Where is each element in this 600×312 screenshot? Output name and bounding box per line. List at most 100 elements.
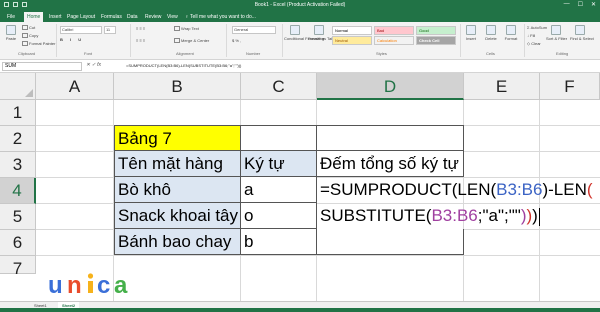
sort-filter-icon: [551, 25, 561, 35]
ribbon-divider: [282, 24, 283, 57]
logo-letter-c: c: [97, 272, 110, 296]
formula-text: SUBSTITUTE(: [320, 206, 432, 225]
style-calculation[interactable]: Calculation: [374, 36, 414, 45]
logo-letter-a: a: [114, 272, 128, 296]
title-bar: Book1 - Excel (Product Activation Failed…: [0, 0, 600, 11]
tab-file[interactable]: File: [4, 12, 18, 22]
conditional-formatting-button[interactable]: Conditional Formatting: [284, 25, 324, 41]
format-painter-label: Format Painter: [29, 41, 56, 46]
column-header-b[interactable]: B: [114, 73, 241, 100]
number-format-select[interactable]: General: [232, 26, 276, 34]
cell-c3[interactable]: Ký tự: [241, 151, 317, 177]
align-buttons[interactable]: ≡ ≡ ≡: [136, 26, 145, 31]
maximize-button[interactable]: ☐: [578, 1, 583, 8]
find-select-label: Find & Select: [570, 36, 594, 41]
wrap-text-button[interactable]: Wrap Text: [174, 26, 199, 32]
tab-page-layout[interactable]: Page Layout: [64, 12, 98, 22]
select-all-button[interactable]: [0, 73, 36, 100]
style-neutral[interactable]: Neutral: [332, 36, 372, 45]
tab-view[interactable]: View: [164, 12, 181, 22]
ribbon-divider: [524, 24, 525, 57]
cells-group-label: Cells: [486, 51, 495, 56]
cell-c5[interactable]: o: [241, 203, 317, 229]
insert-cells-button[interactable]: Insert: [460, 25, 482, 41]
unica-logo: u n c a: [48, 272, 128, 296]
cut-button[interactable]: Cut: [22, 25, 35, 31]
row-header-3[interactable]: 3: [0, 152, 36, 178]
logo-dot: [87, 273, 94, 279]
sort-filter-button[interactable]: Sort & Filter: [546, 25, 567, 41]
text-cursor: [538, 207, 540, 226]
active-cell-d4-line2[interactable]: SUBSTITUTE(B3:B6;"a";""))): [317, 203, 600, 229]
cell-d6[interactable]: [317, 229, 464, 255]
copy-button[interactable]: Copy: [22, 33, 39, 39]
formula-paren: ): [532, 206, 538, 225]
font-name-select[interactable]: Calibri: [60, 26, 102, 34]
number-format-buttons[interactable]: $ % ,: [232, 38, 241, 43]
column-header-c[interactable]: C: [241, 73, 317, 100]
format-cells-icon: [506, 25, 516, 35]
style-check-cell[interactable]: Check Cell: [416, 36, 456, 45]
formula-text: =SUMPRODUCT(LEN(: [320, 180, 497, 199]
table-icon: [314, 25, 324, 35]
minimize-button[interactable]: —: [564, 1, 570, 8]
paste-button[interactable]: Paste: [0, 25, 22, 41]
style-good[interactable]: Good: [416, 26, 456, 35]
format-cells-button[interactable]: Format: [500, 25, 522, 41]
column-header-d[interactable]: D: [317, 73, 464, 100]
cell-d2[interactable]: [317, 125, 464, 151]
active-cell-d4-line1[interactable]: =SUMPRODUCT(LEN(B3:B6)-LEN(: [317, 177, 600, 203]
column-header-a[interactable]: A: [36, 73, 114, 100]
cell-b3[interactable]: Tên mặt hàng: [114, 151, 241, 177]
row-header-6[interactable]: 6: [0, 230, 36, 256]
cell-c6[interactable]: b: [241, 229, 317, 255]
cell-c2[interactable]: [241, 125, 317, 151]
ribbon-divider: [56, 24, 57, 57]
cell-b2[interactable]: Bảng 7: [114, 125, 241, 151]
bold-italic-underline-buttons[interactable]: B I U: [60, 37, 84, 42]
style-normal[interactable]: Normal: [332, 26, 372, 35]
row-header-1[interactable]: 1: [0, 100, 36, 126]
cell-b5[interactable]: Snack khoai tây: [114, 203, 241, 229]
tab-data[interactable]: Data: [124, 12, 141, 22]
cell-d3[interactable]: Đếm tổng số ký tự: [317, 151, 464, 177]
clipboard-group-label: Clipboard: [18, 51, 36, 56]
tab-formulas[interactable]: Formulas: [98, 12, 125, 22]
find-select-button[interactable]: Find & Select: [570, 25, 594, 41]
paste-icon: [6, 25, 16, 35]
cell-c4[interactable]: a: [241, 177, 317, 203]
wrap-text-label: Wrap Text: [181, 26, 199, 31]
scissors-icon: [22, 25, 28, 31]
column-header-f[interactable]: F: [540, 73, 600, 100]
font-size-select[interactable]: 11: [104, 26, 116, 34]
name-box[interactable]: SUM: [2, 62, 82, 71]
row-header-2[interactable]: 2: [0, 126, 36, 152]
row-header-7[interactable]: 7: [0, 256, 36, 278]
cell-b4[interactable]: Bò khô: [114, 177, 241, 203]
merge-center-button[interactable]: Merge & Center: [174, 38, 209, 44]
cell-b6[interactable]: Bánh bao chay: [114, 229, 241, 255]
tab-review[interactable]: Review: [142, 12, 164, 22]
indent-buttons[interactable]: ≡ ≡ ≡: [136, 38, 145, 43]
font-group-label: Font: [84, 51, 93, 56]
format-painter-button[interactable]: Format Painter: [22, 41, 56, 47]
fx-icon[interactable]: ✕ ✓ fx: [86, 62, 101, 68]
row-header-4[interactable]: 4: [0, 178, 36, 204]
paste-label: Paste: [5, 36, 17, 41]
copy-label: Copy: [29, 33, 39, 38]
format-as-table-button[interactable]: Format as Table: [308, 25, 337, 41]
ribbon-tabs: File Home Insert Page Layout Formulas Da…: [0, 11, 600, 22]
tab-insert[interactable]: Insert: [46, 12, 65, 22]
formula-paren: (: [586, 180, 593, 199]
fill-button[interactable]: ↓ Fill: [527, 33, 535, 38]
formula-input[interactable]: =SUMPRODUCT(LEN(B3:B6)-LEN(SUBSTITUTE(B3…: [126, 62, 596, 71]
tab-home[interactable]: Home: [24, 12, 44, 22]
style-bad[interactable]: Bad: [374, 26, 414, 35]
autosum-button[interactable]: Σ AutoSum: [527, 25, 547, 30]
column-header-e[interactable]: E: [464, 73, 540, 100]
clear-button[interactable]: ◇ Clear: [527, 41, 541, 46]
delete-cells-button[interactable]: Delete: [480, 25, 502, 41]
close-button[interactable]: ✕: [591, 1, 596, 8]
row-header-5[interactable]: 5: [0, 204, 36, 230]
tell-me-search[interactable]: ♀ Tell me what you want to do...: [182, 12, 259, 22]
